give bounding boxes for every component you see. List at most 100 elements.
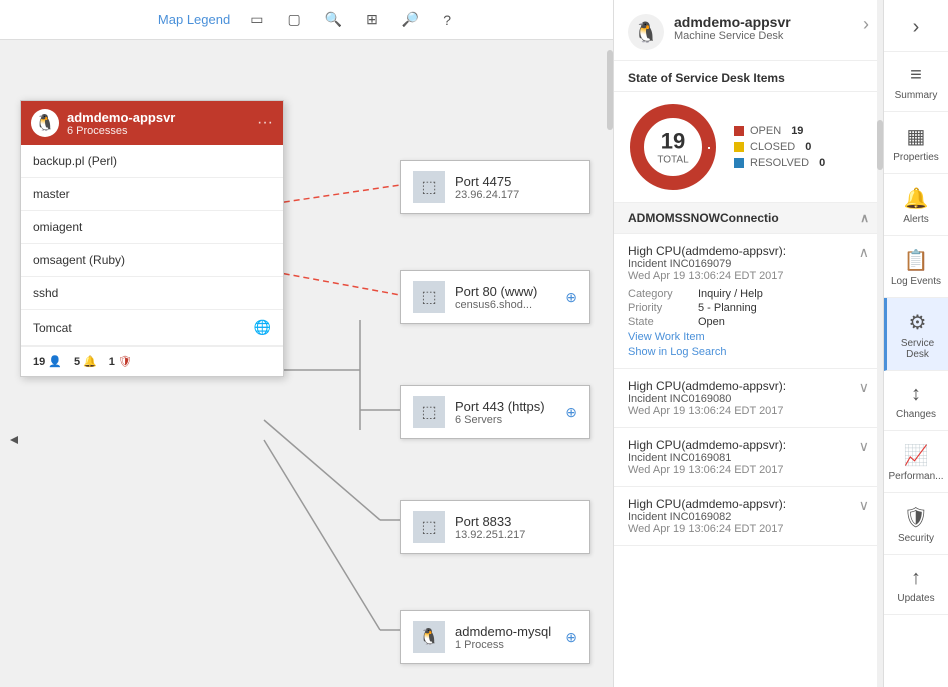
person-icon: 👤 bbox=[48, 355, 62, 368]
minimize-icon[interactable]: ▭ bbox=[246, 7, 267, 32]
rs-item-log-events[interactable]: 📋 Log Events bbox=[884, 236, 948, 298]
zoom-out-icon[interactable]: 🔍 bbox=[321, 7, 346, 32]
incident-1-expand[interactable]: ∨ bbox=[859, 379, 869, 396]
rs-security-label: Security bbox=[898, 533, 934, 544]
process-panel-title: admdemo-appsvr bbox=[67, 110, 175, 125]
incident-2-header: High CPU(admdemo-appsvr): Incident INC01… bbox=[628, 438, 786, 476]
donut-total-num: 19 bbox=[657, 129, 688, 155]
incident-2-title: High CPU(admdemo-appsvr): bbox=[628, 438, 786, 452]
rs-updates-label: Updates bbox=[897, 593, 934, 604]
process-panel-header: 🐧 admdemo-appsvr 6 Processes ··· bbox=[21, 101, 283, 145]
globe-icon: 🌐 bbox=[254, 319, 271, 336]
process-panel-footer: 19 👤 5 🔔 1 🛡 bbox=[21, 346, 283, 376]
port-443-badge: ⊕ bbox=[565, 404, 577, 421]
rs-item-performance[interactable]: 📈 Performan... bbox=[884, 431, 948, 493]
incident-0-state-row: State Open bbox=[628, 316, 869, 328]
legend-closed-num: 0 bbox=[805, 141, 811, 153]
incident-3-date: Wed Apr 19 13:06:24 EDT 2017 bbox=[628, 523, 786, 535]
incident-0-priority-row: Priority 5 - Planning bbox=[628, 302, 869, 314]
port-443-icon: ⬚ bbox=[413, 396, 445, 428]
rp-chevron-icon[interactable]: › bbox=[863, 14, 869, 35]
process-item-sshd[interactable]: sshd bbox=[21, 277, 283, 310]
rs-performance-label: Performan... bbox=[888, 471, 943, 482]
rs-item-service-desk[interactable]: ⚙ Service Desk bbox=[884, 298, 948, 371]
expand-icon[interactable]: ▢ bbox=[283, 7, 304, 32]
process-panel: 🐧 admdemo-appsvr 6 Processes ··· backup.… bbox=[20, 100, 284, 377]
legend-open-num: 19 bbox=[791, 125, 803, 137]
incident-1-title: High CPU(admdemo-appsvr): bbox=[628, 379, 786, 393]
incident-item-1: High CPU(admdemo-appsvr): Incident INC01… bbox=[614, 369, 883, 428]
changes-icon: ↕ bbox=[911, 383, 921, 406]
shield-icon: 🛡 bbox=[118, 355, 132, 368]
incident-0-priority-val: 5 - Planning bbox=[698, 302, 757, 314]
incident-2-id: Incident INC0169081 bbox=[628, 452, 786, 464]
port-4475-content: Port 4475 23.96.24.177 bbox=[455, 174, 577, 201]
port-443-node[interactable]: ⬚ Port 443 (https) 6 Servers ⊕ bbox=[400, 385, 590, 439]
legend-open-label: OPEN bbox=[750, 125, 781, 137]
mysql-badge: ⊕ bbox=[565, 629, 577, 646]
process-item-tomcat[interactable]: Tomcat 🌐 bbox=[21, 310, 283, 346]
port-80-title: Port 80 (www) bbox=[455, 284, 555, 299]
donut-chart: 19 TOTAL bbox=[628, 102, 718, 192]
port-80-sub: census6.shod... bbox=[455, 299, 555, 311]
incident-0-id: Incident INC0169079 bbox=[628, 258, 786, 270]
process-item-omiagent[interactable]: omiagent bbox=[21, 211, 283, 244]
process-panel-title-group: admdemo-appsvr 6 Processes bbox=[67, 110, 175, 137]
incident-0-date: Wed Apr 19 13:06:24 EDT 2017 bbox=[628, 270, 786, 282]
port-80-node[interactable]: ⬚ Port 80 (www) census6.shod... ⊕ bbox=[400, 270, 590, 324]
rs-item-changes[interactable]: ↕ Changes bbox=[884, 371, 948, 431]
view-work-item-link[interactable]: View Work Item bbox=[628, 331, 869, 343]
incident-group-collapse[interactable]: ∧ bbox=[860, 211, 869, 225]
rs-forward-btn[interactable]: › bbox=[884, 4, 948, 52]
donut-area: 19 TOTAL OPEN 19 CLOSED 0 RESOLVED 0 bbox=[614, 92, 883, 203]
toolbar-title: Map Legend bbox=[158, 12, 230, 27]
incidents-scroll[interactable]: ADMOMSSNOWConnectio ∧ High CPU(admdemo-a… bbox=[614, 203, 883, 687]
show-in-log-search-link[interactable]: Show in Log Search bbox=[628, 346, 869, 358]
right-panel-scrollbar[interactable] bbox=[877, 0, 883, 687]
rs-item-properties[interactable]: ▦ Properties bbox=[884, 112, 948, 174]
port-4475-icon: ⬚ bbox=[413, 171, 445, 203]
port-443-sub: 6 Servers bbox=[455, 414, 555, 426]
incident-0-state-key: State bbox=[628, 316, 698, 328]
process-name-sshd: sshd bbox=[33, 286, 58, 300]
mysql-node[interactable]: 🐧 admdemo-mysql 1 Process ⊕ bbox=[400, 610, 590, 664]
incident-3-expand[interactable]: ∨ bbox=[859, 497, 869, 514]
rp-title-group: admdemo-appsvr Machine Service Desk bbox=[674, 14, 791, 42]
rs-properties-label: Properties bbox=[893, 152, 939, 163]
help-icon[interactable]: ? bbox=[439, 8, 455, 32]
incident-0-expand[interactable]: ∧ bbox=[859, 244, 869, 261]
fit-icon[interactable]: ⊞ bbox=[362, 7, 382, 32]
rs-item-updates[interactable]: ↑ Updates bbox=[884, 555, 948, 615]
incident-1-date: Wed Apr 19 13:06:24 EDT 2017 bbox=[628, 405, 786, 417]
linux-header-icon: 🐧 bbox=[31, 109, 59, 137]
port-443-title: Port 443 (https) bbox=[455, 399, 555, 414]
incident-0-state-val: Open bbox=[698, 316, 725, 328]
process-name-tomcat: Tomcat bbox=[33, 321, 72, 335]
rp-subtitle: Machine Service Desk bbox=[674, 30, 791, 42]
rs-alerts-label: Alerts bbox=[903, 214, 929, 225]
process-item-omsagent[interactable]: omsagent (Ruby) bbox=[21, 244, 283, 277]
port-8833-node[interactable]: ⬚ Port 8833 13.92.251.217 bbox=[400, 500, 590, 554]
process-panel-subtitle: 6 Processes bbox=[67, 125, 175, 137]
process-name-backup: backup.pl (Perl) bbox=[33, 154, 117, 168]
rs-item-alerts[interactable]: 🔔 Alerts bbox=[884, 174, 948, 236]
process-item-backup[interactable]: backup.pl (Perl) bbox=[21, 145, 283, 178]
incident-0-category-key: Category bbox=[628, 288, 698, 300]
log-events-icon: 📋 bbox=[904, 248, 929, 273]
process-item-master[interactable]: master bbox=[21, 178, 283, 211]
incident-3-header: High CPU(admdemo-appsvr): Incident INC01… bbox=[628, 497, 786, 535]
legend-closed: CLOSED 0 bbox=[734, 141, 825, 153]
rs-item-security[interactable]: 🛡 Security bbox=[884, 493, 948, 555]
port-4475-node[interactable]: ⬚ Port 4475 23.96.24.177 bbox=[400, 160, 590, 214]
incident-0-header: High CPU(admdemo-appsvr): Incident INC01… bbox=[628, 244, 786, 282]
rs-item-summary[interactable]: ≡ Summary bbox=[884, 52, 948, 112]
zoom-in-icon[interactable]: 🔎 bbox=[398, 7, 423, 32]
map-canvas-area: Map Legend ▭ ▢ 🔍 ⊞ 🔎 ? bbox=[0, 0, 613, 687]
process-panel-menu-icon[interactable]: ··· bbox=[257, 114, 273, 132]
legend-resolved-num: 0 bbox=[819, 157, 825, 169]
process-panel-header-left: 🐧 admdemo-appsvr 6 Processes bbox=[31, 109, 175, 137]
footer-badge-count2: 5 🔔 bbox=[74, 355, 97, 368]
incident-2-expand[interactable]: ∨ bbox=[859, 438, 869, 455]
updates-icon: ↑ bbox=[911, 567, 921, 590]
rp-header: 🐧 admdemo-appsvr Machine Service Desk › bbox=[614, 0, 883, 61]
